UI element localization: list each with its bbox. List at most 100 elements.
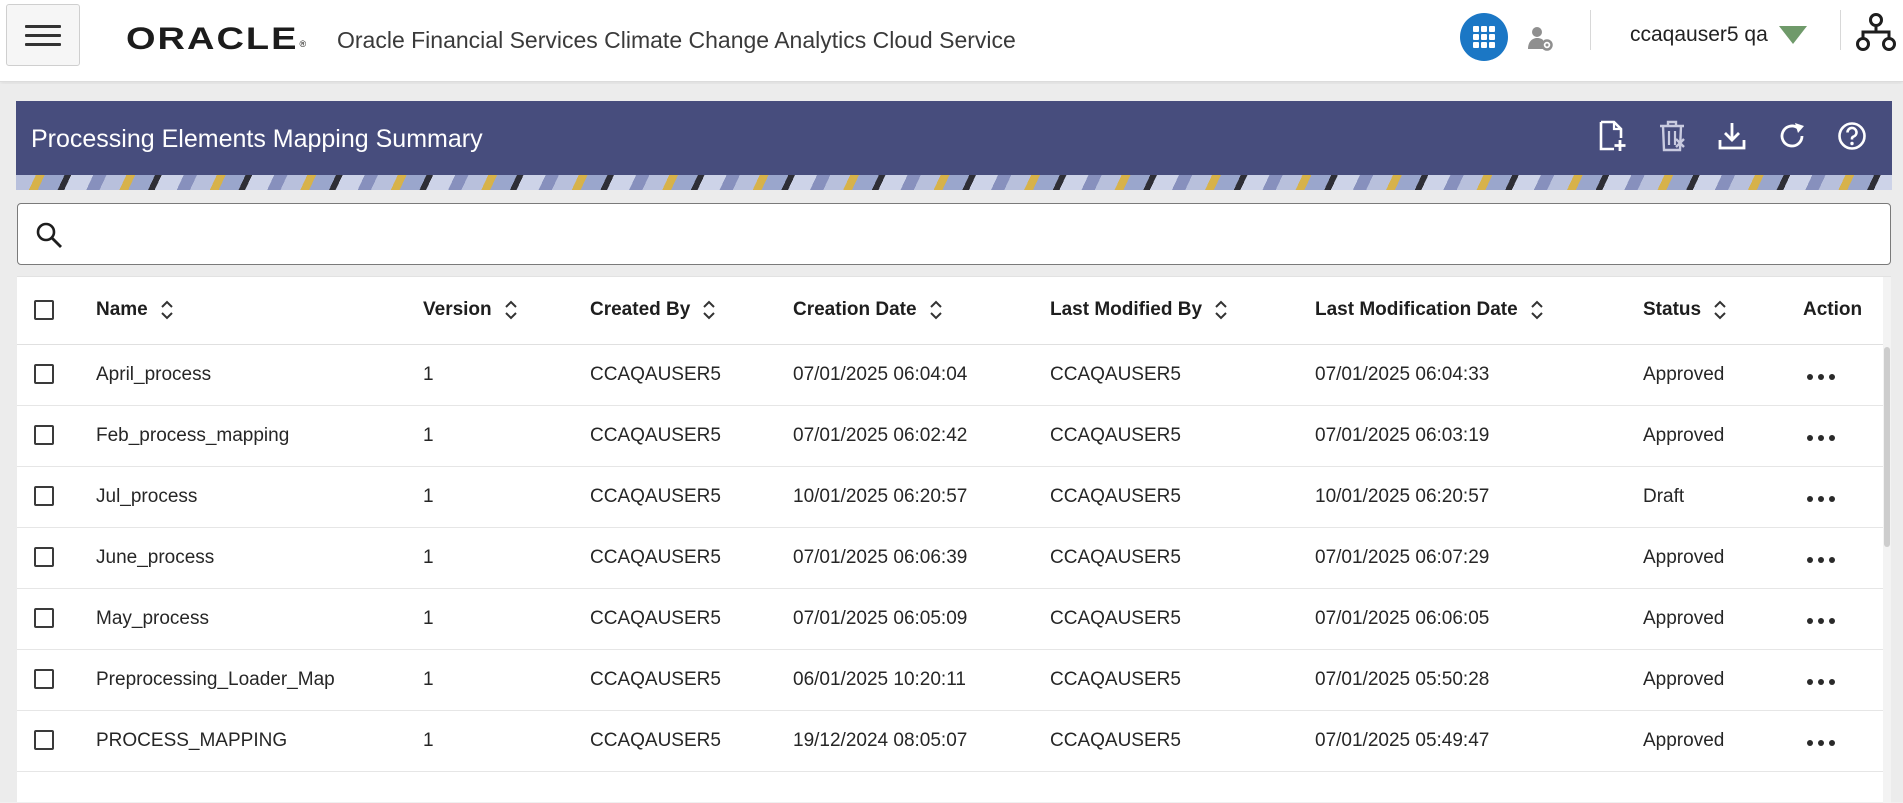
table-row[interactable]: April_process 1 CCAQAUSER5 07/01/2025 06… (17, 344, 1883, 406)
sort-icon[interactable] (504, 299, 518, 321)
grid-apps-icon (1473, 26, 1495, 48)
more-actions-icon[interactable] (1803, 429, 1839, 447)
table-row[interactable]: May_process 1 CCAQAUSER5 07/01/2025 06:0… (17, 588, 1883, 650)
column-header-status[interactable]: Status (1643, 299, 1701, 320)
refresh-icon (1780, 123, 1804, 148)
refresh-button[interactable] (1774, 118, 1810, 154)
table-scrollbar[interactable] (1883, 277, 1891, 803)
cell-version: 1 (423, 466, 590, 528)
cell-name: Preprocessing_Loader_Map (96, 649, 423, 711)
cell-status: Approved (1643, 710, 1803, 772)
cell-version: 1 (423, 649, 590, 711)
cell-last-modified-by: CCAQAUSER5 (1050, 527, 1315, 589)
header-divider (1840, 10, 1841, 50)
add-document-icon (1599, 120, 1626, 151)
add-button[interactable] (1594, 118, 1630, 154)
more-actions-icon[interactable] (1803, 490, 1839, 508)
cell-status: Approved (1643, 405, 1803, 467)
search-bar[interactable] (17, 203, 1891, 265)
more-actions-icon[interactable] (1803, 368, 1839, 386)
cell-last-modified-by: CCAQAUSER5 (1050, 466, 1315, 528)
cell-last-modification-date: 10/01/2025 06:20:57 (1315, 466, 1643, 528)
cell-version: 1 (423, 588, 590, 650)
toolbar (1594, 118, 1870, 154)
row-checkbox[interactable] (34, 547, 54, 568)
table-row[interactable]: PROCESS_MAPPING 1 CCAQAUSER5 19/12/2024 … (17, 710, 1883, 772)
more-actions-icon[interactable] (1803, 734, 1839, 752)
column-header-last-modified-by[interactable]: Last Modified By (1050, 299, 1202, 320)
cell-created-by: CCAQAUSER5 (590, 649, 793, 711)
table-row[interactable]: June_process 1 CCAQAUSER5 07/01/2025 06:… (17, 527, 1883, 589)
more-actions-icon[interactable] (1803, 551, 1839, 569)
decorative-banner (16, 175, 1892, 190)
cell-created-by: CCAQAUSER5 (590, 466, 793, 528)
sort-icon[interactable] (160, 299, 174, 321)
sort-icon[interactable] (929, 299, 943, 321)
cell-last-modification-date: 07/01/2025 05:50:28 (1315, 649, 1643, 711)
cell-last-modification-date: 07/01/2025 06:03:19 (1315, 405, 1643, 467)
row-checkbox[interactable] (34, 669, 54, 690)
hierarchy-icon[interactable] (1856, 12, 1896, 52)
scrollbar-thumb[interactable] (1884, 347, 1890, 547)
column-header-created-by[interactable]: Created By (590, 299, 690, 320)
more-actions-icon[interactable] (1803, 612, 1839, 630)
cell-last-modification-date: 07/01/2025 06:06:05 (1315, 588, 1643, 650)
sort-icon[interactable] (1713, 299, 1727, 321)
cell-created-by: CCAQAUSER5 (590, 710, 793, 772)
cell-last-modification-date: 07/01/2025 05:49:47 (1315, 710, 1643, 772)
cell-created-by: CCAQAUSER5 (590, 527, 793, 589)
row-checkbox[interactable] (34, 608, 54, 629)
search-icon (36, 222, 62, 248)
cell-created-by: CCAQAUSER5 (590, 588, 793, 650)
download-button[interactable] (1714, 118, 1750, 154)
app-title: Oracle Financial Services Climate Change… (337, 27, 1016, 53)
cell-last-modified-by: CCAQAUSER5 (1050, 588, 1315, 650)
column-header-version[interactable]: Version (423, 299, 492, 320)
column-header-name[interactable]: Name (96, 299, 148, 320)
cell-creation-date: 07/01/2025 06:06:39 (793, 527, 1050, 589)
hamburger-menu-icon (25, 19, 61, 52)
cell-name: Jul_process (96, 466, 423, 528)
sort-icon[interactable] (1214, 299, 1228, 321)
cell-creation-date: 19/12/2024 08:05:07 (793, 710, 1050, 772)
table-row[interactable]: Preprocessing_Loader_Map 1 CCAQAUSER5 06… (17, 649, 1883, 711)
help-button[interactable] (1834, 118, 1870, 154)
table-row[interactable]: Feb_process_mapping 1 CCAQAUSER5 07/01/2… (17, 405, 1883, 467)
row-checkbox[interactable] (34, 730, 54, 751)
cell-version: 1 (423, 344, 590, 406)
cell-last-modification-date: 07/01/2025 06:04:33 (1315, 344, 1643, 406)
apps-button[interactable] (1460, 13, 1508, 61)
cell-creation-date: 10/01/2025 06:20:57 (793, 466, 1050, 528)
cell-creation-date: 07/01/2025 06:05:09 (793, 588, 1050, 650)
caret-down-icon[interactable] (1779, 26, 1807, 44)
username-label[interactable]: ccaqauser5 qa (1630, 23, 1768, 47)
table-row[interactable]: Jul_process 1 CCAQAUSER5 10/01/2025 06:2… (17, 466, 1883, 528)
column-header-creation-date[interactable]: Creation Date (793, 299, 917, 320)
column-header-action: Action (1803, 299, 1863, 321)
delete-button[interactable] (1654, 118, 1690, 154)
cell-last-modification-date: 07/01/2025 06:07:29 (1315, 527, 1643, 589)
top-header: ORACLE ® Oracle Financial Services Clima… (0, 0, 1903, 82)
row-checkbox[interactable] (34, 425, 54, 446)
help-icon (1838, 122, 1866, 150)
cell-status: Approved (1643, 588, 1803, 650)
select-all-checkbox[interactable] (34, 300, 54, 321)
mapping-table: Name Version Created By Creation Date La… (17, 277, 1883, 772)
more-actions-icon[interactable] (1803, 673, 1839, 691)
cell-status: Approved (1643, 649, 1803, 711)
column-header-last-modification-date[interactable]: Last Modification Date (1315, 299, 1518, 320)
search-input[interactable] (78, 212, 1868, 256)
sort-icon[interactable] (1530, 299, 1544, 321)
user-settings-icon[interactable] (1527, 25, 1553, 51)
cell-last-modified-by: CCAQAUSER5 (1050, 344, 1315, 406)
cell-created-by: CCAQAUSER5 (590, 344, 793, 406)
oracle-logo: ORACLE ® (126, 21, 307, 57)
row-checkbox[interactable] (34, 486, 54, 507)
download-icon (1718, 123, 1746, 150)
mapping-table-container: Name Version Created By Creation Date La… (17, 276, 1891, 803)
row-checkbox[interactable] (34, 364, 54, 385)
hamburger-menu-button[interactable] (6, 4, 80, 66)
cell-version: 1 (423, 527, 590, 589)
sort-icon[interactable] (702, 299, 716, 321)
cell-name: June_process (96, 527, 423, 589)
